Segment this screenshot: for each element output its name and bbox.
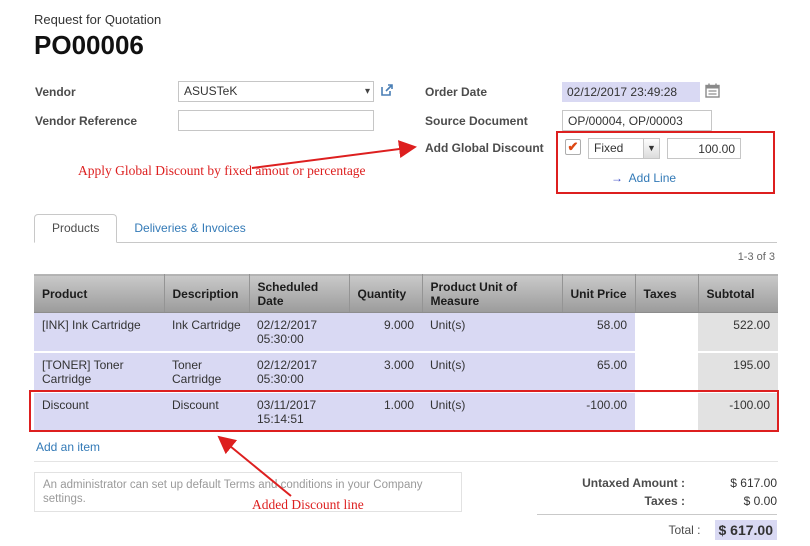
discount-type-select[interactable]: Fixed ▼ [588,138,660,159]
cell-product: Discount [34,392,164,432]
col-description[interactable]: Description [164,275,249,313]
cell-unit-price: -100.00 [562,392,635,432]
cell-quantity: 3.000 [349,352,422,392]
taxes-value: $ 0.00 [699,493,777,509]
cell-uom: Unit(s) [422,313,562,353]
vendor-reference-label: Vendor Reference [35,114,137,128]
purchase-order-page: Request for Quotation PO00006 Vendor ASU… [0,0,810,546]
order-date-value[interactable]: 02/12/2017 23:49:28 [562,82,700,102]
add-line-link[interactable]: → Add Line [611,171,676,185]
cell-subtotal: 522.00 [698,313,778,353]
tab-deliveries-invoices[interactable]: Deliveries & Invoices [117,215,262,242]
tab-products[interactable]: Products [34,214,117,243]
global-discount-checkbox[interactable]: ✔ [565,139,581,155]
cell-subtotal: 195.00 [698,352,778,392]
chevron-down-icon[interactable]: ▾ [365,82,370,101]
discount-type-value: Fixed [594,141,623,155]
table-header-row: Product Description Scheduled Date Quant… [34,275,778,313]
cell-scheduled-date: 03/11/2017 15:14:51 [249,392,349,432]
col-product[interactable]: Product [34,275,164,313]
terms-note: An administrator can set up default Term… [34,472,462,512]
cell-scheduled-date: 02/12/2017 05:30:00 [249,352,349,392]
cell-quantity: 9.000 [349,313,422,353]
global-discount-label: Add Global Discount [425,141,544,155]
calendar-icon[interactable] [705,83,720,98]
totals-divider [537,514,777,515]
cell-subtotal: -100.00 [698,392,778,432]
taxes-label: Taxes : [537,493,699,509]
arrow-right-icon: → [611,171,623,185]
vendor-value: ASUSTeK [184,84,237,98]
cell-unit-price: 58.00 [562,313,635,353]
vendor-select[interactable]: ASUSTeK ▾ [178,81,374,102]
cell-uom: Unit(s) [422,352,562,392]
cell-unit-price: 65.00 [562,352,635,392]
cell-product: [TONER] Toner Cartridge [34,352,164,392]
col-taxes[interactable]: Taxes [635,275,698,313]
add-an-item-link[interactable]: Add an item [34,433,778,462]
table-row[interactable]: [TONER] Toner Cartridge Toner Cartridge … [34,352,778,392]
untaxed-amount-row: Untaxed Amount : $ 617.00 [537,474,777,492]
external-link-icon[interactable] [380,83,394,97]
form-footer: An administrator can set up default Term… [34,472,777,542]
cell-description: Toner Cartridge [164,352,249,392]
col-uom[interactable]: Product Unit of Measure [422,275,562,313]
form-area: Vendor ASUSTeK ▾ Vendor Reference Order … [34,80,777,208]
annotation-global-discount-note: Apply Global Discount by fixed amout or … [78,163,366,179]
order-lines-table: Product Description Scheduled Date Quant… [34,274,778,433]
col-quantity[interactable]: Quantity [349,275,422,313]
cell-uom: Unit(s) [422,392,562,432]
order-date-label: Order Date [425,85,487,99]
total-row: Total : $ 617.00 [537,518,777,542]
total-value: $ 617.00 [715,520,778,540]
chevron-down-icon[interactable]: ▼ [643,139,659,158]
cell-taxes [635,352,698,392]
vendor-reference-input[interactable] [178,110,374,131]
untaxed-amount-value: $ 617.00 [699,475,777,491]
add-line-label: Add Line [629,171,676,185]
discount-amount-input[interactable] [667,138,741,159]
untaxed-amount-label: Untaxed Amount : [537,475,699,491]
record-type-label: Request for Quotation [34,12,777,29]
cell-description: Discount [164,392,249,432]
totals-panel: Untaxed Amount : $ 617.00 Taxes : $ 0.00… [537,472,777,542]
cell-scheduled-date: 02/12/2017 05:30:00 [249,313,349,353]
total-label: Total : [537,522,715,538]
source-document-label: Source Document [425,114,528,128]
cell-quantity: 1.000 [349,392,422,432]
taxes-row: Taxes : $ 0.00 [537,492,777,510]
notebook-tabs: Products Deliveries & Invoices [34,214,777,243]
cell-description: Ink Cartridge [164,313,249,353]
page-title: PO00006 [34,30,777,62]
checkmark-icon: ✔ [568,139,579,154]
cell-taxes [635,392,698,432]
cell-taxes [635,313,698,353]
source-document-input[interactable] [562,110,712,131]
cell-product: [INK] Ink Cartridge [34,313,164,353]
annotation-discount-line-note: Added Discount line [252,497,364,513]
col-unit-price[interactable]: Unit Price [562,275,635,313]
col-scheduled-date[interactable]: Scheduled Date [249,275,349,313]
col-subtotal[interactable]: Subtotal [698,275,778,313]
vendor-label: Vendor [35,85,76,99]
table-row[interactable]: [INK] Ink Cartridge Ink Cartridge 02/12/… [34,313,778,353]
pager: 1-3 of 3 [34,250,775,265]
table-row-discount[interactable]: Discount Discount 03/11/2017 15:14:51 1.… [34,392,778,432]
